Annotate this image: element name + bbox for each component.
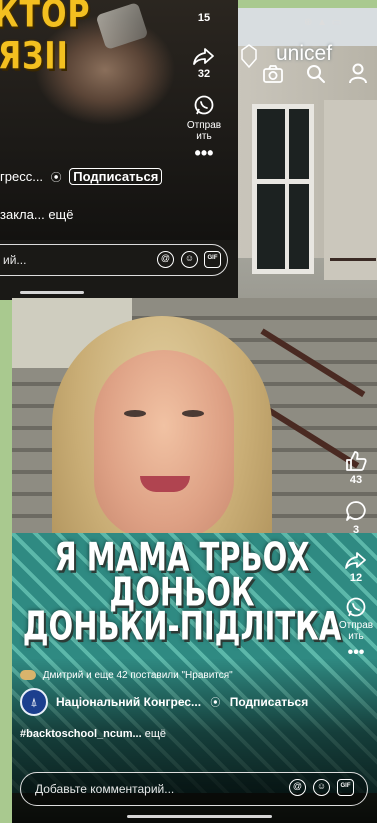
top-reel-comment-input[interactable]: ий... @ ☺ GIF — [0, 244, 228, 276]
at-mention-icon[interactable]: @ — [289, 779, 306, 796]
caption-text: закла... — [0, 207, 45, 222]
likes-summary[interactable]: Дмитрий и еще 42 поставили "Нравится" — [20, 670, 233, 681]
send-label-line2: ить — [348, 631, 364, 642]
handrail — [330, 258, 376, 261]
verified-icon: ⦿ — [210, 698, 221, 709]
emoji-icon[interactable]: ☺ — [181, 251, 198, 268]
woman-face — [94, 350, 234, 540]
headline-line3: ДОНЬКИ-ПІДЛІТКА — [22, 602, 342, 649]
bottom-reel-author-row: ⍋ Національний Конгрес... ⦿ Подписаться — [20, 688, 377, 716]
gif-icon[interactable]: GIF — [204, 251, 221, 268]
bottom-reel-right-rail: 43 3 12 Отправ ить ••• — [332, 450, 377, 661]
top-reel-title-line2: ЯЗІІ — [0, 34, 69, 79]
follow-button[interactable]: Подписаться — [69, 168, 163, 185]
like-count: 15 — [197, 12, 211, 24]
home-indicator — [20, 291, 84, 294]
verified-icon: ⦿ — [50, 172, 62, 184]
author-name[interactable]: Національний Конгрес... — [56, 695, 201, 709]
more-options-icon[interactable]: ••• — [332, 645, 377, 661]
liker-avatars-icon — [20, 670, 36, 681]
search-icon[interactable] — [306, 64, 326, 84]
top-reel-right-rail: 15 32 Отправ ить ••• — [180, 10, 228, 162]
top-reel-caption: закла... ещё — [0, 207, 73, 222]
right-eye — [182, 410, 204, 417]
emoji-icon[interactable]: ☺ — [313, 779, 330, 796]
profile-icon[interactable] — [348, 62, 368, 84]
caption-more-link[interactable]: ещё — [48, 207, 73, 222]
follow-button[interactable]: Подписаться — [230, 695, 308, 709]
status-bar-icons: ⊕ ▲ ▭ — [304, 17, 343, 28]
bottom-reel-caption: #backtoschool_ncum... ещё — [20, 728, 166, 740]
whatsapp-icon[interactable] — [193, 94, 215, 116]
left-eye — [124, 410, 146, 417]
send-label-line2: ить — [196, 131, 212, 142]
window-frame-vbar — [285, 109, 289, 269]
share-count: 32 — [197, 68, 211, 80]
comment-count: 3 — [352, 524, 360, 536]
send-label-line1: Отправ — [338, 620, 374, 631]
share-count: 12 — [349, 572, 363, 584]
more-options-icon[interactable]: ••• — [180, 144, 228, 162]
share-icon[interactable] — [345, 550, 367, 570]
comment-placeholder: Добавьте комментарий... — [35, 782, 175, 796]
building-reel-strip: ⊕ ▲ ▭ unicef — [238, 8, 377, 298]
caption-text: #backtoschool_ncum... — [20, 728, 142, 740]
top-reel-screenshot: КТОР ЯЗІІ 15 32 Отправ ить ••• гресс... … — [0, 0, 238, 300]
home-indicator — [127, 815, 272, 818]
likes-text: Дмитрий и еще 42 поставили "Нравится" — [42, 670, 233, 681]
author-avatar[interactable]: ⍋ — [20, 688, 48, 716]
top-reel-author-row: гресс... ⦿ Подписаться — [0, 168, 238, 188]
emblem-icon — [241, 44, 257, 68]
bottom-reel-comment-input[interactable]: Добавьте комментарий... @ ☺ GIF — [20, 772, 368, 806]
like-count: 43 — [349, 474, 363, 486]
bottom-reel-screenshot: Я МАМА ТРЬОХ ДОНЬОК ДОНЬКИ-ПІДЛІТКА 43 3… — [12, 298, 377, 823]
camera-icon[interactable] — [262, 64, 284, 84]
at-mention-icon[interactable]: @ — [157, 251, 174, 268]
top-reel-title-line1: КТОР — [0, 0, 91, 37]
building-wall-right — [324, 100, 377, 280]
author-name[interactable]: гресс... — [0, 169, 43, 184]
send-label-line1: Отправ — [186, 120, 222, 131]
comment-placeholder: ий... — [3, 253, 27, 267]
comment-icon[interactable] — [345, 500, 367, 522]
like-icon[interactable] — [344, 450, 368, 472]
gif-icon[interactable]: GIF — [337, 779, 354, 796]
whatsapp-icon[interactable] — [345, 596, 367, 618]
share-icon[interactable] — [193, 46, 215, 66]
window-frame-bar — [257, 179, 309, 184]
unicef-logo: unicef — [276, 42, 333, 65]
caption-more-link[interactable]: ещё — [145, 728, 166, 740]
building-window — [252, 104, 314, 274]
